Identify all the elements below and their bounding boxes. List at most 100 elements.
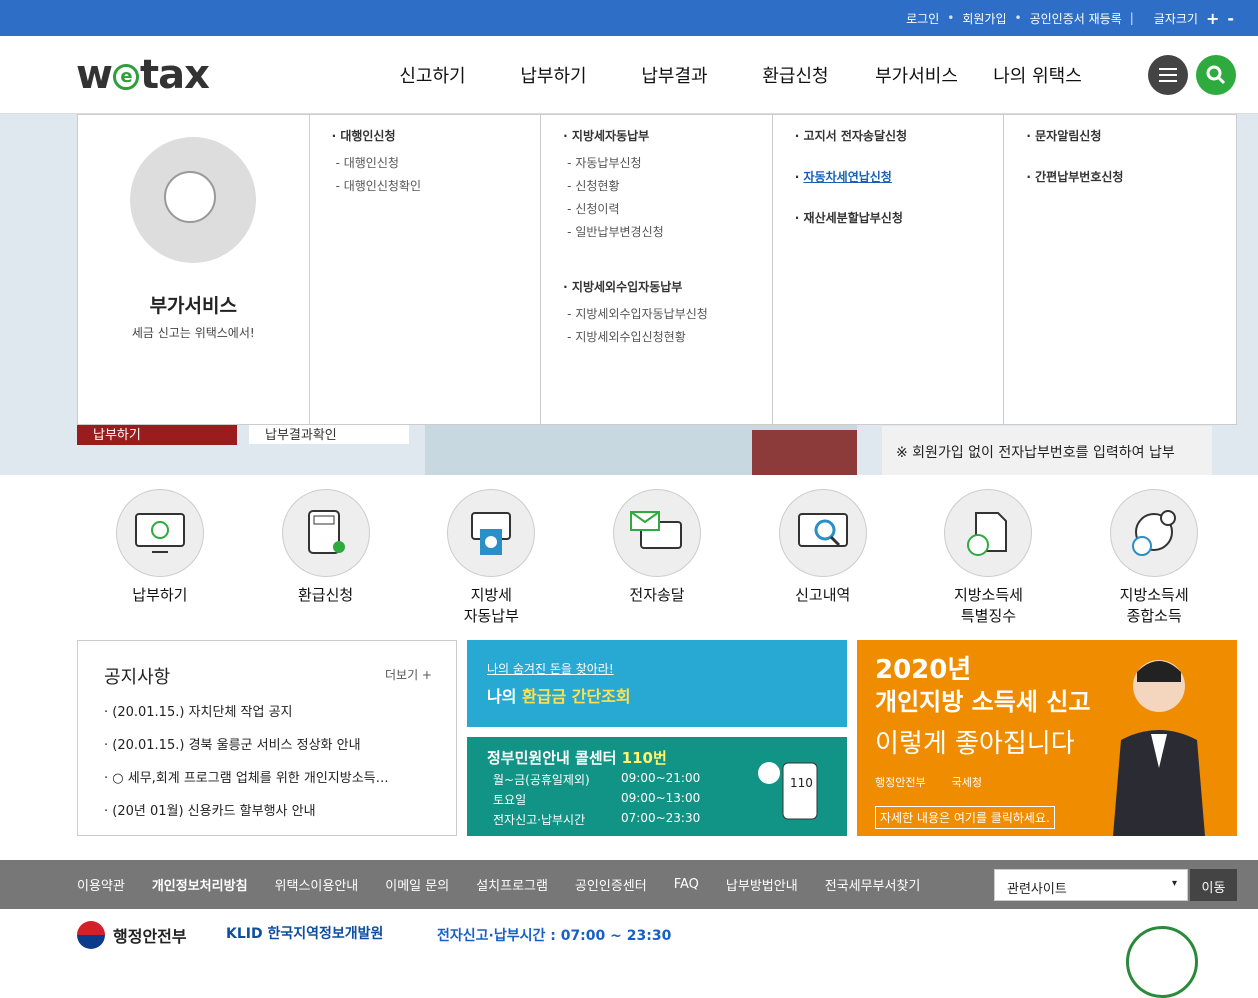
monitor-e-icon	[115, 489, 204, 577]
notice-list: (20.01.15.) 자치단체 작업 공지 (20.01.15.) 경북 울릉…	[104, 701, 434, 833]
wetax-logo[interactable]: w e tax	[76, 52, 210, 98]
notice-more-link[interactable]: 더보기 +	[385, 666, 432, 683]
footer-link[interactable]: 이메일 문의	[385, 875, 449, 894]
notice-item[interactable]: ○ 세무,회계 프로그램 업체를 위한 개인지방소득…	[104, 767, 434, 786]
refund-lookup-banner[interactable]: 나의 숨겨진 돈을 찾아라! 나의 환급금 간단조회	[467, 640, 847, 727]
quick-withholding[interactable]: 지방소득세특별징수	[906, 489, 1072, 629]
mega-menu: 부가서비스 세금 신고는 위택스에서! 대행인신청 대행인신청 대행인신청확인 …	[77, 114, 1237, 425]
income-tax-banner[interactable]: 2020년 개인지방 소득세 신고 이렇게 좋아집니다 행정안전부 국세청 자세한…	[857, 640, 1237, 836]
menu-item[interactable]: 지방세외수입자동납부신청	[563, 305, 772, 322]
menu-item[interactable]: 신청이력	[563, 200, 772, 217]
related-sites-select[interactable]: 관련사이트	[994, 869, 1188, 901]
quick-label: 전자송달	[629, 586, 685, 604]
menu-item[interactable]: 재산세분할납부신청	[795, 209, 1004, 226]
quick-label: 자동납부	[463, 607, 519, 625]
menu-item[interactable]: 고지서 전자송달신청	[795, 127, 1004, 144]
quick-label: 환급신청	[297, 586, 354, 604]
footer-link[interactable]: 납부방법안내	[726, 875, 798, 894]
service-hours: 전자신고·납부시간 : 07:00 ~ 23:30	[437, 928, 672, 944]
font-increase-button[interactable]: +	[1206, 9, 1219, 28]
callcenter-banner[interactable]: 정부민원안내 콜센터 110번 월~금(공휴일제외) 09:00~21:00 토요…	[467, 737, 847, 836]
quick-history[interactable]: 신고내역	[740, 489, 906, 629]
quick-label: 특별징수	[960, 607, 1017, 625]
quick-comprehensive[interactable]: 지방소득세 종합소득	[1071, 489, 1237, 629]
logo-e-icon: e	[112, 64, 139, 90]
menu-item[interactable]: 자동납부신청	[563, 154, 772, 171]
cert-link[interactable]: 공인인증서 재등록	[1030, 10, 1122, 27]
chart-won-icon	[1110, 489, 1199, 577]
menu-item[interactable]: 지방세외수입신청현황	[563, 328, 772, 345]
nav-pay-result[interactable]: 납부결과	[614, 62, 735, 88]
menu-item-car-tax[interactable]: 자동차세연납신청	[795, 168, 1004, 185]
footer-link[interactable]: 개인정보처리방침	[152, 875, 248, 894]
hero-notice-text: ※ 회원가입 없이 전자납부번호를 입력하여 납부	[882, 426, 1212, 475]
klid-logo[interactable]: KLID 한국지역정보개발원	[226, 923, 383, 943]
quick-menu: 납부하기 환급신청 지방세 자동납부 전자송달 신고내역 지방소득세특별징수 지방…	[77, 489, 1237, 629]
menu-group-nontax-autopay[interactable]: 지방세외수입자동납부	[563, 278, 772, 295]
menu-group-autopay[interactable]: 지방세자동납부	[563, 127, 772, 144]
menu-item[interactable]: 대행인신청	[332, 154, 541, 171]
top-utility-bar: 로그인 • 회원가입 • 공인인증서 재등록 | 글자크기 + -	[0, 0, 1258, 36]
mail-monitor-icon	[613, 489, 702, 577]
banner-subtext: 나의 숨겨진 돈을 찾아라!	[487, 662, 614, 676]
quick-label: 납부하기	[132, 586, 188, 604]
mega-col-alert: 문자알림신청 간편납부번호신청	[1004, 115, 1236, 424]
notice-item[interactable]: (20년 01월) 신용카드 할부행사 안내	[104, 800, 434, 819]
notice-board: 공지사항 더보기 + (20.01.15.) 자치단체 작업 공지 (20.01…	[77, 640, 457, 836]
join-link[interactable]: 회원가입	[962, 10, 1006, 27]
quick-pay[interactable]: 납부하기	[77, 489, 243, 629]
menu-item[interactable]: 일반납부변경신청	[563, 223, 772, 240]
notice-item[interactable]: (20.01.15.) 경북 울릉군 서비스 정상화 안내	[104, 734, 434, 753]
login-link[interactable]: 로그인	[906, 10, 939, 27]
quick-label: 종합소득	[1126, 607, 1182, 625]
man-illustration	[1113, 660, 1205, 836]
separator: •	[1014, 11, 1022, 25]
atm-icon	[447, 489, 536, 577]
menu-item[interactable]: 간편납부번호신청	[1026, 168, 1236, 185]
menu-button[interactable]	[1148, 55, 1188, 95]
banner3-cta[interactable]: 자세한 내용은 여기를 클릭하세요.	[875, 806, 1055, 829]
font-size-control: 글자크기 + -	[1150, 9, 1238, 28]
menu-item[interactable]: 대행인신청확인	[332, 177, 541, 194]
menu-item[interactable]: 문자알림신청	[1026, 127, 1236, 144]
nav-extra-service[interactable]: 부가서비스	[856, 62, 977, 88]
menu-group-agent[interactable]: 대행인신청	[332, 127, 541, 144]
menu-item[interactable]: 신청현황	[563, 177, 772, 194]
nav-my-wetax[interactable]: 나의 위택스	[977, 62, 1098, 88]
nav-pay[interactable]: 납부하기	[493, 62, 614, 88]
taegeuk-icon	[77, 921, 105, 949]
mega-col-agent: 대행인신청 대행인신청 대행인신청확인	[310, 115, 542, 424]
nav-report[interactable]: 신고하기	[372, 62, 493, 88]
separator: •	[947, 11, 955, 25]
notice-title: 공지사항	[104, 667, 171, 688]
quick-refund[interactable]: 환급신청	[243, 489, 409, 629]
quick-label: 지방소득세	[953, 586, 1023, 604]
footer-link[interactable]: 위택스이용안내	[275, 875, 359, 894]
quick-label: 신고내역	[795, 586, 851, 604]
notice-item[interactable]: (20.01.15.) 자치단체 작업 공지	[104, 701, 434, 720]
footer-link[interactable]: 이용약관	[77, 875, 125, 894]
mega-intro: 부가서비스 세금 신고는 위택스에서!	[78, 115, 310, 424]
search-icon	[1206, 65, 1226, 85]
quick-autopay[interactable]: 지방세 자동납부	[408, 489, 574, 629]
banner-main: 나의 환급금 간단조회	[487, 687, 631, 706]
footer-link[interactable]: 공인인증센터	[575, 875, 647, 894]
go-button[interactable]: 이동	[1190, 869, 1237, 901]
separator: |	[1129, 11, 1134, 25]
svg-text:110: 110	[790, 776, 813, 790]
gift-refresh-icon	[130, 137, 257, 263]
site-header: w e tax 신고하기 납부하기 납부결과 환급신청 부가서비스 나의 위택스	[0, 36, 1258, 114]
quick-edelivery[interactable]: 전자송달	[574, 489, 740, 629]
phone-110-icon: 110	[758, 762, 818, 820]
mega-col-autopay: 지방세자동납부 자동납부신청 신청현황 신청이력 일반납부변경신청 지방세외수입…	[541, 115, 773, 424]
footer-link[interactable]: 전국세무부서찾기	[825, 875, 921, 894]
nav-refund[interactable]: 환급신청	[735, 62, 856, 88]
web-accessibility-seal	[1126, 926, 1198, 998]
footer-link[interactable]: 설치프로그램	[476, 875, 548, 894]
footer-link[interactable]: FAQ	[674, 877, 699, 892]
mois-logo[interactable]: 행정안전부	[77, 921, 187, 949]
search-button[interactable]	[1196, 55, 1236, 95]
mega-col-delivery: 고지서 전자송달신청 자동차세연납신청 재산세분할납부신청	[773, 115, 1005, 424]
document-won-icon	[944, 489, 1033, 577]
font-decrease-button[interactable]: -	[1227, 9, 1234, 28]
